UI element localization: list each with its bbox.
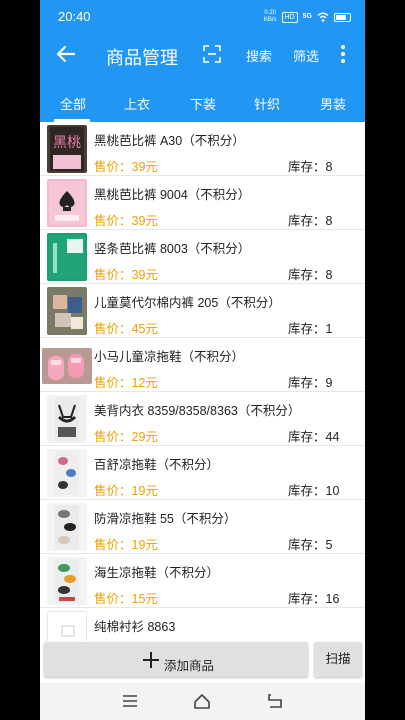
- product-stock: 库存：1: [288, 322, 333, 336]
- filter-button[interactable]: 筛选: [293, 46, 319, 65]
- tab-knitwear[interactable]: 针织: [254, 94, 280, 113]
- net-speed-unit: KB/s: [263, 17, 277, 23]
- product-thumbnail: [47, 611, 87, 641]
- product-stock: 库存：16: [288, 592, 340, 606]
- product-row[interactable]: 黑桃 黑桃芭比裤 A30（不积分） 售价：39元 库存：8: [40, 122, 365, 176]
- back-arrow-icon[interactable]: [54, 42, 78, 66]
- product-row[interactable]: 儿童莫代尔棉内裤 205（不积分） 售价：45元 库存：1: [40, 284, 365, 338]
- product-row[interactable]: 纯棉衬衫 8863: [40, 608, 365, 641]
- hd-badge: HD: [281, 11, 298, 23]
- product-price: 售价：19元: [94, 538, 158, 552]
- product-row[interactable]: 海生凉拖鞋（不积分） 售价：15元 库存：16: [40, 554, 365, 608]
- product-row[interactable]: 竖条芭比裤 8003（不积分） 售价：39元 库存：8: [40, 230, 365, 284]
- product-price: 售价：39元: [94, 214, 158, 228]
- net-speed-value: 0.20: [264, 10, 277, 16]
- product-stock: 库存：8: [288, 214, 333, 228]
- product-name: 海生凉拖鞋（不积分）: [94, 566, 220, 580]
- product-name: 小马儿童凉拖鞋（不积分）: [94, 350, 245, 364]
- tab-bottoms[interactable]: 下装: [190, 94, 216, 113]
- signal-5g-label: 5G: [302, 13, 312, 20]
- tab-all[interactable]: 全部: [60, 94, 86, 113]
- product-stock: 库存：10: [288, 484, 340, 498]
- product-thumbnail: 黑桃: [47, 125, 87, 173]
- app-bar: 商品管理 搜索 筛选: [40, 34, 365, 76]
- app-screen: 20:40 0.20 KB/s HD 5G 商品管理 搜索 筛选 全部 上衣 下…: [40, 0, 365, 720]
- thumb-logo-text: 黑桃: [53, 135, 81, 151]
- product-name: 黑桃芭比裤 9004（不积分）: [94, 188, 251, 202]
- product-row[interactable]: 黑桃芭比裤 9004（不积分） 售价：39元 库存：8: [40, 176, 365, 230]
- scan-button[interactable]: 扫描: [314, 642, 362, 677]
- product-name: 百舒凉拖鞋（不积分）: [94, 458, 220, 472]
- page-title: 商品管理: [106, 48, 178, 68]
- product-name: 黑桃芭比裤 A30（不积分）: [94, 134, 245, 148]
- product-stock: 库存：8: [288, 268, 333, 282]
- product-name: 纯棉衬衫 8863: [94, 620, 176, 634]
- product-row[interactable]: 小马儿童凉拖鞋（不积分） 售价：12元 库存：9: [40, 338, 365, 392]
- add-product-button[interactable]: 添加商品: [44, 642, 308, 677]
- product-price: 售价：45元: [94, 322, 158, 336]
- product-row[interactable]: 防滑凉拖鞋 55（不积分） 售价：19元 库存：5: [40, 500, 365, 554]
- category-tabs: 全部 上衣 下装 针织 男装: [40, 76, 365, 122]
- nav-back-icon[interactable]: [266, 692, 284, 710]
- product-name: 美背内衣 8359/8358/8363（不积分）: [94, 404, 301, 418]
- tab-menswear[interactable]: 男装: [320, 94, 346, 113]
- system-nav-bar: [40, 683, 365, 720]
- scan-frame-icon[interactable]: [203, 45, 221, 63]
- add-product-label: 添加商品: [164, 659, 215, 673]
- product-price: 售价：12元: [94, 376, 158, 390]
- product-name: 儿童莫代尔棉内裤 205（不积分）: [94, 296, 281, 310]
- product-price: 售价：19元: [94, 484, 158, 498]
- product-price: 售价：29元: [94, 430, 158, 444]
- plus-icon: [143, 652, 159, 668]
- product-row[interactable]: 美背内衣 8359/8358/8363（不积分） 售价：29元 库存：44: [40, 392, 365, 446]
- more-vert-icon[interactable]: [339, 44, 347, 64]
- product-thumbnail: [47, 449, 87, 497]
- nav-menu-icon[interactable]: [121, 692, 139, 710]
- product-price: 售价：39元: [94, 160, 158, 174]
- product-thumbnail: [47, 179, 87, 227]
- product-name: 防滑凉拖鞋 55（不积分）: [94, 512, 237, 526]
- product-thumbnail: [47, 557, 87, 605]
- product-thumbnail: [47, 287, 87, 335]
- nav-home-icon[interactable]: [193, 692, 211, 710]
- product-thumbnail: [47, 503, 87, 551]
- product-stock: 库存：9: [288, 376, 333, 390]
- product-list[interactable]: 黑桃 黑桃芭比裤 A30（不积分） 售价：39元 库存：8 黑桃芭比裤 9004…: [40, 122, 365, 641]
- product-thumbnail: [47, 233, 87, 281]
- product-price: 售价：15元: [94, 592, 158, 606]
- wifi-icon: [317, 12, 329, 22]
- status-bar: 20:40 0.20 KB/s HD 5G: [40, 0, 365, 34]
- net-speed: 0.20 KB/s: [264, 10, 277, 24]
- status-time: 20:40: [58, 9, 91, 24]
- bottom-action-bar: 添加商品 扫描: [40, 641, 365, 683]
- product-row[interactable]: 百舒凉拖鞋（不积分） 售价：19元 库存：10: [40, 446, 365, 500]
- tab-tops[interactable]: 上衣: [124, 94, 150, 113]
- search-button[interactable]: 搜索: [246, 46, 272, 65]
- product-stock: 库存：8: [288, 160, 333, 174]
- product-name: 竖条芭比裤 8003（不积分）: [94, 242, 251, 256]
- product-thumbnail: [42, 348, 92, 384]
- battery-icon: [334, 12, 351, 22]
- product-price: 售价：39元: [94, 268, 158, 282]
- product-thumbnail: [47, 395, 87, 443]
- product-stock: 库存：5: [288, 538, 333, 552]
- product-stock: 库存：44: [288, 430, 340, 444]
- status-icons: 0.20 KB/s HD 5G: [264, 10, 351, 24]
